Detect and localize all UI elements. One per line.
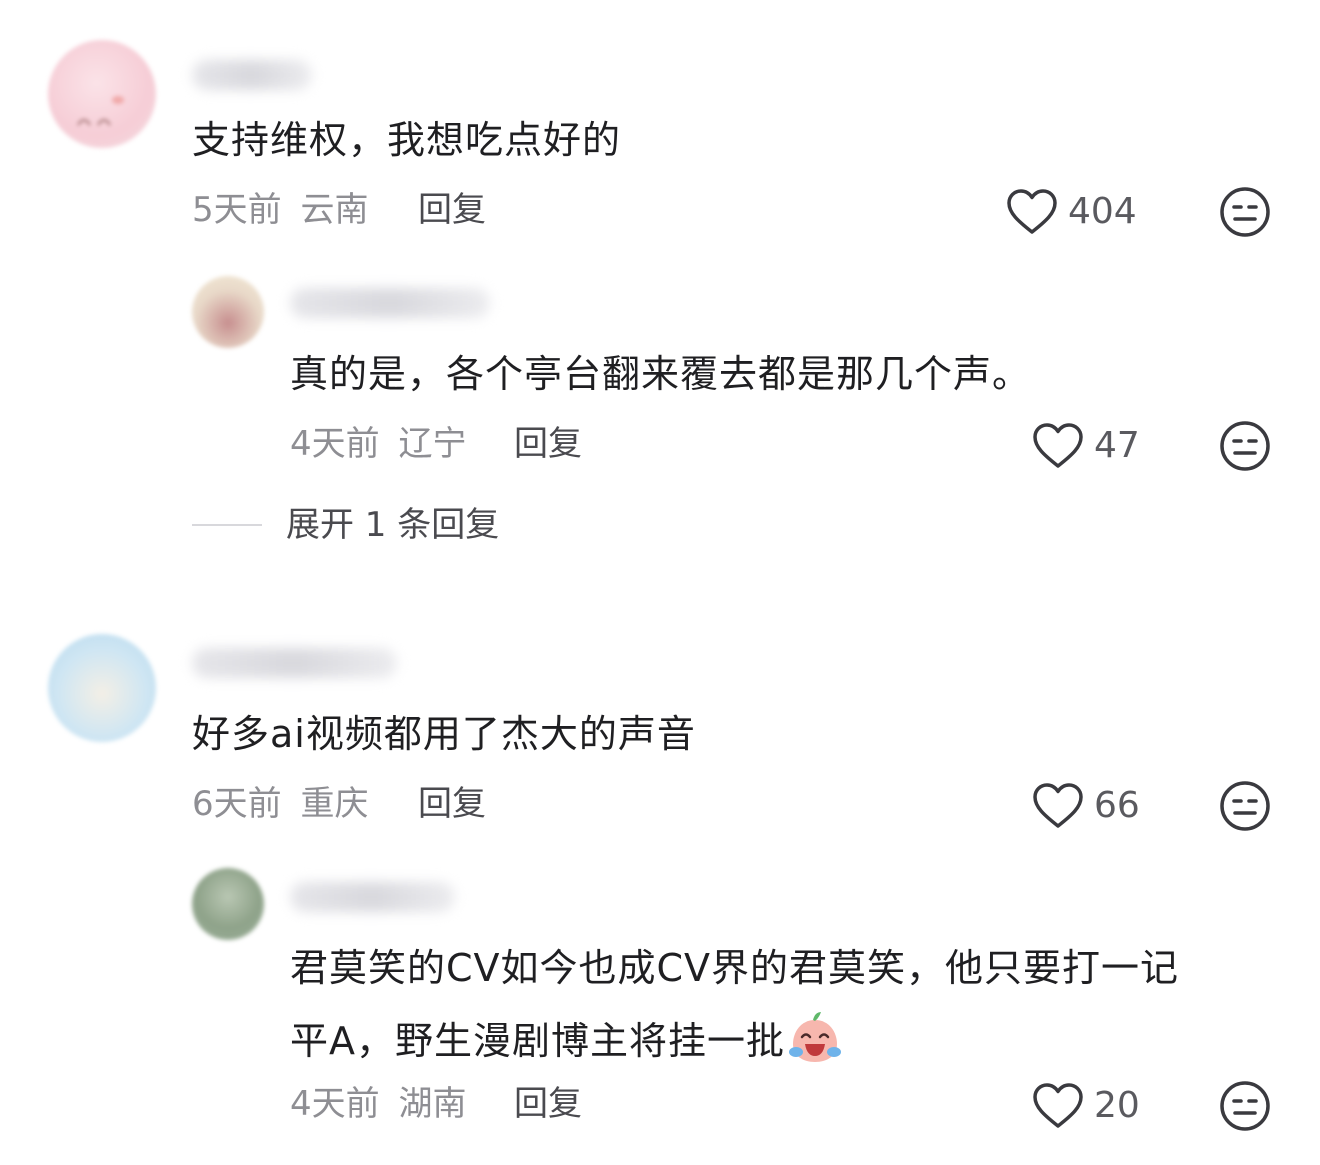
heart-outline-icon <box>1007 189 1057 234</box>
dislike-button[interactable] <box>1219 780 1271 836</box>
reply-button[interactable]: 回复 <box>418 784 486 824</box>
comment-location: 湖南 <box>398 1084 467 1124</box>
like-button[interactable]: 66 <box>1032 782 1140 830</box>
expand-replies-button[interactable]: 展开 1 条回复 <box>192 505 499 545</box>
comment-text-line1: 君莫笑的CV如今也成CV界的君莫笑，他只要打一记 <box>290 946 1180 990</box>
username-blurred[interactable] <box>290 288 490 318</box>
comment-time: 4天前 <box>290 1084 380 1124</box>
heart-outline-icon <box>1033 1083 1083 1128</box>
comment-location: 重庆 <box>300 784 369 824</box>
like-button[interactable]: 404 <box>1006 188 1137 236</box>
comment-text: 真的是，各个亭台翻来覆去都是那几个声。 <box>290 352 1032 396</box>
username-blurred[interactable] <box>290 882 455 912</box>
comment-text-line2-text: 平A，野生漫剧博主将挂一批 <box>290 1019 785 1063</box>
comment-time: 5天前 <box>192 190 282 230</box>
dislike-button[interactable] <box>1219 1080 1271 1136</box>
like-button[interactable]: 47 <box>1032 422 1140 470</box>
avatar[interactable] <box>192 868 264 940</box>
comment-meta: 5天前 云南 <box>192 190 368 230</box>
like-button[interactable]: 20 <box>1032 1082 1140 1130</box>
neutral-face-icon <box>1220 187 1270 237</box>
reply-button[interactable]: 回复 <box>418 190 486 230</box>
comment-meta: 4天前 辽宁 <box>290 424 466 464</box>
username-blurred[interactable] <box>192 60 312 90</box>
comment-time: 6天前 <box>192 784 282 824</box>
comment-location: 云南 <box>300 190 369 230</box>
avatar[interactable] <box>48 40 156 148</box>
like-count: 404 <box>1068 191 1137 232</box>
reply-button[interactable]: 回复 <box>514 1084 582 1124</box>
dislike-button[interactable] <box>1219 420 1271 476</box>
like-count: 66 <box>1094 785 1140 826</box>
username-blurred[interactable] <box>192 648 397 678</box>
like-count: 47 <box>1094 425 1140 466</box>
comment-time: 4天前 <box>290 424 380 464</box>
comment-meta: 6天前 重庆 <box>192 784 368 824</box>
neutral-face-icon <box>1220 421 1270 471</box>
avatar[interactable] <box>48 634 156 742</box>
comment-location: 辽宁 <box>398 424 467 464</box>
dislike-button[interactable] <box>1219 186 1271 242</box>
neutral-face-icon <box>1220 781 1270 831</box>
neutral-face-icon <box>1220 1081 1270 1131</box>
comment-text-line2: 平A，野生漫剧博主将挂一批 <box>290 1010 843 1066</box>
reply-button[interactable]: 回复 <box>514 424 582 464</box>
comment-meta: 4天前 湖南 <box>290 1084 466 1124</box>
divider <box>192 524 262 526</box>
expand-replies-label: 展开 1 条回复 <box>286 505 500 545</box>
comment-text: 好多ai视频都用了杰大的声音 <box>192 712 696 756</box>
laughing-crying-emoji-icon <box>789 1012 841 1062</box>
like-count: 20 <box>1094 1085 1140 1126</box>
heart-outline-icon <box>1033 423 1083 468</box>
comment-text: 支持维权，我想吃点好的 <box>192 118 622 162</box>
avatar[interactable] <box>192 276 264 348</box>
heart-outline-icon <box>1033 783 1083 828</box>
